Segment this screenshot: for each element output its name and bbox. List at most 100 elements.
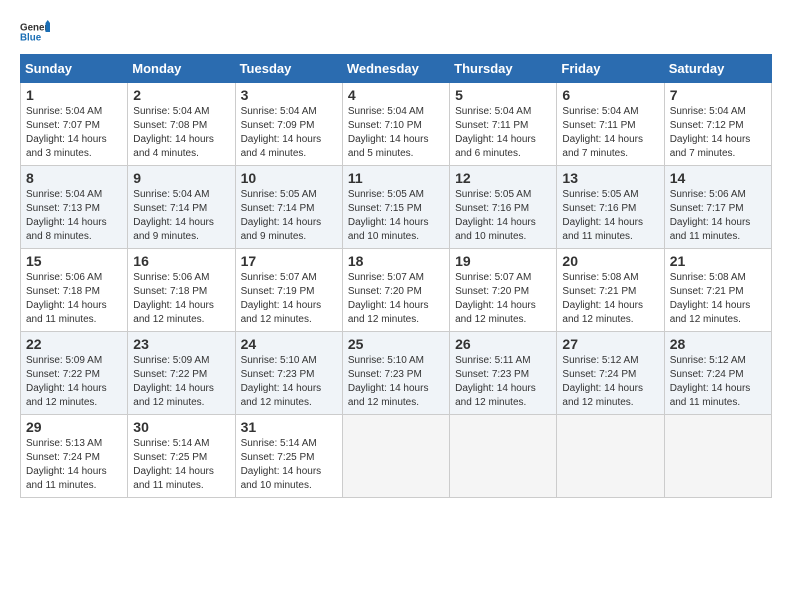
calendar-cell: 22 Sunrise: 5:09 AM Sunset: 7:22 PM Dayli… (21, 332, 128, 415)
day-number: 26 (455, 336, 551, 352)
day-info: Sunrise: 5:06 AM Sunset: 7:18 PM Dayligh… (133, 271, 229, 327)
day-info: Sunrise: 5:04 AM Sunset: 7:13 PM Dayligh… (26, 188, 122, 244)
day-number: 3 (241, 87, 337, 103)
day-info: Sunrise: 5:07 AM Sunset: 7:20 PM Dayligh… (348, 271, 444, 327)
calendar-cell: 9 Sunrise: 5:04 AM Sunset: 7:14 PM Daylig… (128, 166, 235, 249)
calendar-header-thursday: Thursday (450, 55, 557, 83)
day-number: 2 (133, 87, 229, 103)
calendar-cell: 24 Sunrise: 5:10 AM Sunset: 7:23 PM Dayli… (235, 332, 342, 415)
calendar-header-row: SundayMondayTuesdayWednesdayThursdayFrid… (21, 55, 772, 83)
day-number: 10 (241, 170, 337, 186)
calendar-cell: 17 Sunrise: 5:07 AM Sunset: 7:19 PM Dayli… (235, 249, 342, 332)
day-number: 7 (670, 87, 766, 103)
day-info: Sunrise: 5:04 AM Sunset: 7:14 PM Dayligh… (133, 188, 229, 244)
svg-text:Blue: Blue (20, 32, 42, 43)
general-blue-logo-icon: General Blue (20, 20, 50, 44)
calendar-header-sunday: Sunday (21, 55, 128, 83)
day-info: Sunrise: 5:04 AM Sunset: 7:08 PM Dayligh… (133, 105, 229, 161)
calendar-cell: 18 Sunrise: 5:07 AM Sunset: 7:20 PM Dayli… (342, 249, 449, 332)
day-info: Sunrise: 5:06 AM Sunset: 7:17 PM Dayligh… (670, 188, 766, 244)
day-info: Sunrise: 5:06 AM Sunset: 7:18 PM Dayligh… (26, 271, 122, 327)
calendar-cell: 14 Sunrise: 5:06 AM Sunset: 7:17 PM Dayli… (664, 166, 771, 249)
day-info: Sunrise: 5:11 AM Sunset: 7:23 PM Dayligh… (455, 354, 551, 410)
header-section: General Blue (20, 20, 772, 44)
calendar-week-row: 8 Sunrise: 5:04 AM Sunset: 7:13 PM Daylig… (21, 166, 772, 249)
calendar-cell: 12Sunrise: 5:05 AM Sunset: 7:16 PM Dayli… (450, 166, 557, 249)
day-info: Sunrise: 5:04 AM Sunset: 7:11 PM Dayligh… (562, 105, 658, 161)
logo: General Blue (20, 20, 50, 44)
day-number: 30 (133, 419, 229, 435)
calendar-cell: 23 Sunrise: 5:09 AM Sunset: 7:22 PM Dayli… (128, 332, 235, 415)
day-info: Sunrise: 5:14 AM Sunset: 7:25 PM Dayligh… (133, 437, 229, 493)
day-number: 28 (670, 336, 766, 352)
day-info: Sunrise: 5:04 AM Sunset: 7:11 PM Dayligh… (455, 105, 551, 161)
calendar-cell: 3 Sunrise: 5:04 AM Sunset: 7:09 PM Daylig… (235, 83, 342, 166)
calendar-cell: 13 Sunrise: 5:05 AM Sunset: 7:16 PM Dayli… (557, 166, 664, 249)
day-info: Sunrise: 5:07 AM Sunset: 7:20 PM Dayligh… (455, 271, 551, 327)
day-number: 24 (241, 336, 337, 352)
day-info: Sunrise: 5:04 AM Sunset: 7:10 PM Dayligh… (348, 105, 444, 161)
day-info: Sunrise: 5:09 AM Sunset: 7:22 PM Dayligh… (133, 354, 229, 410)
day-number: 8 (26, 170, 122, 186)
calendar-cell: 20Sunrise: 5:08 AM Sunset: 7:21 PM Dayli… (557, 249, 664, 332)
calendar-cell (450, 415, 557, 498)
day-info: Sunrise: 5:05 AM Sunset: 7:15 PM Dayligh… (348, 188, 444, 244)
calendar-cell: 21Sunrise: 5:08 AM Sunset: 7:21 PM Dayli… (664, 249, 771, 332)
day-number: 29 (26, 419, 122, 435)
day-info: Sunrise: 5:04 AM Sunset: 7:07 PM Dayligh… (26, 105, 122, 161)
calendar-cell: 10 Sunrise: 5:05 AM Sunset: 7:14 PM Dayli… (235, 166, 342, 249)
calendar-cell: 29 Sunrise: 5:13 AM Sunset: 7:24 PM Dayli… (21, 415, 128, 498)
day-number: 9 (133, 170, 229, 186)
day-number: 31 (241, 419, 337, 435)
day-number: 13 (562, 170, 658, 186)
day-info: Sunrise: 5:05 AM Sunset: 7:16 PM Dayligh… (455, 188, 551, 244)
day-info: Sunrise: 5:08 AM Sunset: 7:21 PM Dayligh… (670, 271, 766, 327)
day-number: 17 (241, 253, 337, 269)
day-number: 11 (348, 170, 444, 186)
day-info: Sunrise: 5:04 AM Sunset: 7:09 PM Dayligh… (241, 105, 337, 161)
calendar-cell: 31Sunrise: 5:14 AM Sunset: 7:25 PM Dayli… (235, 415, 342, 498)
day-info: Sunrise: 5:10 AM Sunset: 7:23 PM Dayligh… (348, 354, 444, 410)
day-info: Sunrise: 5:10 AM Sunset: 7:23 PM Dayligh… (241, 354, 337, 410)
day-number: 14 (670, 170, 766, 186)
calendar-cell: 26 Sunrise: 5:11 AM Sunset: 7:23 PM Dayli… (450, 332, 557, 415)
day-info: Sunrise: 5:05 AM Sunset: 7:14 PM Dayligh… (241, 188, 337, 244)
day-info: Sunrise: 5:12 AM Sunset: 7:24 PM Dayligh… (562, 354, 658, 410)
calendar-week-row: 15 Sunrise: 5:06 AM Sunset: 7:18 PM Dayli… (21, 249, 772, 332)
calendar-header-wednesday: Wednesday (342, 55, 449, 83)
calendar-cell: 19 Sunrise: 5:07 AM Sunset: 7:20 PM Dayli… (450, 249, 557, 332)
day-number: 23 (133, 336, 229, 352)
day-number: 1 (26, 87, 122, 103)
calendar-cell: 4 Sunrise: 5:04 AM Sunset: 7:10 PM Daylig… (342, 83, 449, 166)
calendar-cell (664, 415, 771, 498)
day-info: Sunrise: 5:13 AM Sunset: 7:24 PM Dayligh… (26, 437, 122, 493)
calendar-header-saturday: Saturday (664, 55, 771, 83)
calendar-cell: 2 Sunrise: 5:04 AM Sunset: 7:08 PM Daylig… (128, 83, 235, 166)
day-number: 27 (562, 336, 658, 352)
day-info: Sunrise: 5:07 AM Sunset: 7:19 PM Dayligh… (241, 271, 337, 327)
calendar-cell: 1 Sunrise: 5:04 AM Sunset: 7:07 PM Daylig… (21, 83, 128, 166)
calendar-header-friday: Friday (557, 55, 664, 83)
day-number: 6 (562, 87, 658, 103)
day-number: 16 (133, 253, 229, 269)
calendar-cell: 6 Sunrise: 5:04 AM Sunset: 7:11 PM Daylig… (557, 83, 664, 166)
day-number: 15 (26, 253, 122, 269)
day-info: Sunrise: 5:09 AM Sunset: 7:22 PM Dayligh… (26, 354, 122, 410)
calendar-cell (342, 415, 449, 498)
calendar-header-tuesday: Tuesday (235, 55, 342, 83)
day-number: 19 (455, 253, 551, 269)
day-number: 5 (455, 87, 551, 103)
day-info: Sunrise: 5:05 AM Sunset: 7:16 PM Dayligh… (562, 188, 658, 244)
calendar-cell: 30 Sunrise: 5:14 AM Sunset: 7:25 PM Dayli… (128, 415, 235, 498)
calendar-cell: 11 Sunrise: 5:05 AM Sunset: 7:15 PM Dayli… (342, 166, 449, 249)
day-number: 4 (348, 87, 444, 103)
calendar-week-row: 22 Sunrise: 5:09 AM Sunset: 7:22 PM Dayli… (21, 332, 772, 415)
day-number: 22 (26, 336, 122, 352)
calendar-table: SundayMondayTuesdayWednesdayThursdayFrid… (20, 54, 772, 498)
day-number: 18 (348, 253, 444, 269)
day-info: Sunrise: 5:04 AM Sunset: 7:12 PM Dayligh… (670, 105, 766, 161)
calendar-cell (557, 415, 664, 498)
calendar-cell: 27 Sunrise: 5:12 AM Sunset: 7:24 PM Dayli… (557, 332, 664, 415)
calendar-cell: 28Sunrise: 5:12 AM Sunset: 7:24 PM Dayli… (664, 332, 771, 415)
calendar-cell: 15 Sunrise: 5:06 AM Sunset: 7:18 PM Dayli… (21, 249, 128, 332)
